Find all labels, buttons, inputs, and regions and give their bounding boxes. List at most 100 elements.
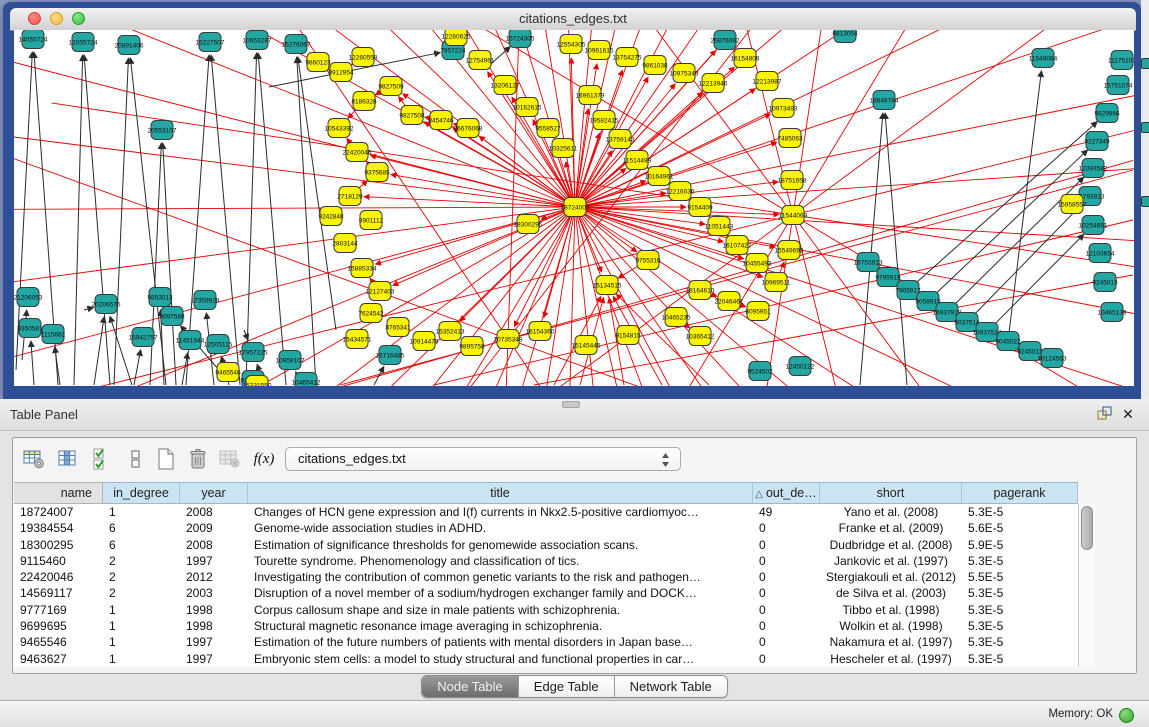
tab-node-table[interactable]: Node Table [422, 676, 519, 697]
column-header-in_degree[interactable]: in_degree [103, 482, 180, 504]
network-node[interactable]: 12554305 [557, 35, 586, 54]
table-cell[interactable]: Wolkin et al. (1998) [820, 618, 962, 634]
network-node[interactable]: 9861038 [642, 56, 668, 75]
table-cell[interactable]: Stergiakouli et al. (2012) [820, 569, 962, 585]
network-node[interactable]: 20553107 [148, 121, 177, 140]
network-node[interactable]: 9558527 [535, 119, 561, 138]
network-node[interactable]: 13206127 [491, 76, 520, 95]
network-node[interactable]: 10969511 [762, 273, 791, 292]
network-node[interactable]: 7624542 [358, 304, 384, 323]
scrollbar-thumb[interactable] [1081, 506, 1093, 550]
network-canvas[interactable]: 1405572412055724208914061522750710653287… [14, 30, 1134, 386]
function-builder-icon[interactable]: f(x) [251, 446, 277, 472]
network-node[interactable]: 9227349 [1084, 132, 1110, 151]
network-node[interactable]: 10465412 [292, 373, 321, 387]
table-cell[interactable]: 0 [753, 569, 820, 585]
network-node[interactable]: 9350581 [17, 319, 43, 338]
table-cell[interactable]: 2008 [180, 537, 248, 553]
table-cell[interactable]: 0 [753, 520, 820, 536]
network-node[interactable]: 9829966 [1094, 104, 1120, 123]
network-node[interactable]: 8901112 [359, 211, 384, 230]
table-cell[interactable]: 2 [103, 569, 180, 585]
table-cell[interactable]: 5.9E-5 [962, 537, 1078, 553]
row-height-icon[interactable] [123, 446, 149, 472]
network-node[interactable]: 9895758 [459, 337, 485, 356]
network-node[interactable]: 16961379 [576, 86, 605, 105]
network-node[interactable]: 11514499 [623, 151, 652, 170]
network-node[interactable]: 22046461 [715, 292, 744, 311]
table-cell[interactable]: Franke et al. (2009) [820, 520, 962, 536]
network-node[interactable]: 16648784 [870, 91, 899, 110]
network-node[interactable]: 20891406 [115, 36, 144, 55]
table-scrollbar[interactable] [1078, 504, 1095, 667]
table-cell[interactable]: 0 [753, 537, 820, 553]
tab-edge-table[interactable]: Edge Table [519, 676, 615, 697]
network-node[interactable]: 11548084 [1029, 49, 1058, 68]
table-cell[interactable]: 5.3E-5 [962, 651, 1078, 667]
table-cell[interactable]: Hescheler et al. (1997) [820, 651, 962, 667]
table-row[interactable]: 977716911998Corpus callosum shape and si… [14, 602, 1078, 618]
network-node[interactable]: 15276067 [282, 35, 311, 54]
network-node[interactable]: 12103654 [1086, 244, 1115, 263]
network-node[interactable]: 26676068 [454, 119, 483, 138]
network-node[interactable]: 15724305 [506, 30, 535, 48]
column-header-title[interactable]: title [248, 482, 753, 504]
table-cell[interactable]: Disruption of a novel member of a sodium… [248, 585, 753, 601]
table-cell[interactable]: 18300295 [14, 537, 103, 553]
network-node[interactable]: 8813054 [832, 30, 858, 43]
network-node[interactable]: 15231550 [243, 376, 272, 387]
network-node[interactable]: 18751658 [778, 171, 807, 190]
network-node[interactable]: 12216036 [666, 182, 695, 201]
table-cell[interactable]: 1997 [180, 553, 248, 569]
table-cell[interactable]: 1 [103, 602, 180, 618]
network-node[interactable]: 9154815 [615, 326, 641, 345]
table-cell[interactable]: 1997 [180, 634, 248, 650]
network-node[interactable]: 9755316 [635, 251, 661, 270]
table-cell[interactable]: 1 [103, 634, 180, 650]
network-node[interactable]: 10455493 [743, 254, 772, 273]
network-node[interactable]: 26876082 [711, 31, 740, 50]
network-node[interactable]: 8186328 [351, 92, 377, 111]
network-node[interactable]: 9242848 [318, 207, 344, 226]
network-node[interactable]: 9375685 [364, 163, 390, 182]
network-node[interactable]: 15716485 [376, 346, 405, 365]
network-node[interactable]: 16107427 [723, 236, 752, 255]
table-cell[interactable]: 0 [753, 553, 820, 569]
table-cell[interactable]: 9463627 [14, 651, 103, 667]
window-titlebar[interactable]: citations_edges.txt [10, 8, 1136, 31]
network-node[interactable]: 2718129 [337, 187, 363, 206]
network-node[interactable]: 10164961 [645, 167, 674, 186]
table-cell[interactable]: 2 [103, 585, 180, 601]
network-node[interactable]: 12093582 [1079, 159, 1108, 178]
network-node[interactable]: 12260625 [442, 30, 471, 46]
network-node[interactable]: 10124563 [1038, 349, 1067, 368]
network-node[interactable]: 7485063 [777, 129, 803, 148]
table-cell[interactable]: 2008 [180, 504, 248, 520]
network-node[interactable]: 10543392 [325, 119, 354, 138]
network-node[interactable]: 8765341 [385, 318, 411, 337]
network-node[interactable]: 12450122 [786, 357, 815, 376]
network-node[interactable]: 9860123 [305, 53, 331, 72]
table-cell[interactable]: 0 [753, 634, 820, 650]
network-node[interactable]: 10325611 [549, 139, 578, 158]
network-node[interactable]: 15227507 [196, 33, 225, 52]
table-row[interactable]: 946554611997Estimation of the future num… [14, 634, 1078, 650]
network-node[interactable]: 14055724 [19, 30, 48, 49]
table-cell[interactable]: 22420046 [14, 569, 103, 585]
table-cell[interactable]: 5.6E-5 [962, 520, 1078, 536]
table-cell[interactable]: 5.3E-5 [962, 585, 1078, 601]
network-node[interactable]: 10973493 [769, 99, 798, 118]
network-node[interactable]: 10653287 [243, 31, 272, 50]
table-cell[interactable]: 5.5E-5 [962, 569, 1078, 585]
table-cell[interactable]: 9699695 [14, 618, 103, 634]
network-node[interactable]: 8095951 [745, 302, 771, 321]
network-node[interactable]: 13754275 [613, 48, 642, 67]
table-cell[interactable]: 49 [753, 504, 820, 520]
network-node[interactable]: 10465139 [1098, 303, 1127, 322]
table-cell[interactable]: Nakamura et al. (1997) [820, 634, 962, 650]
table-row[interactable]: 1830029562008Estimation of significance … [14, 537, 1078, 553]
network-node[interactable]: 15352413 [436, 322, 465, 341]
table-cell[interactable]: 5.3E-5 [962, 602, 1078, 618]
table-cell[interactable]: 1 [103, 618, 180, 634]
table-row[interactable]: 2242004622012Investigating the contribut… [14, 569, 1078, 585]
